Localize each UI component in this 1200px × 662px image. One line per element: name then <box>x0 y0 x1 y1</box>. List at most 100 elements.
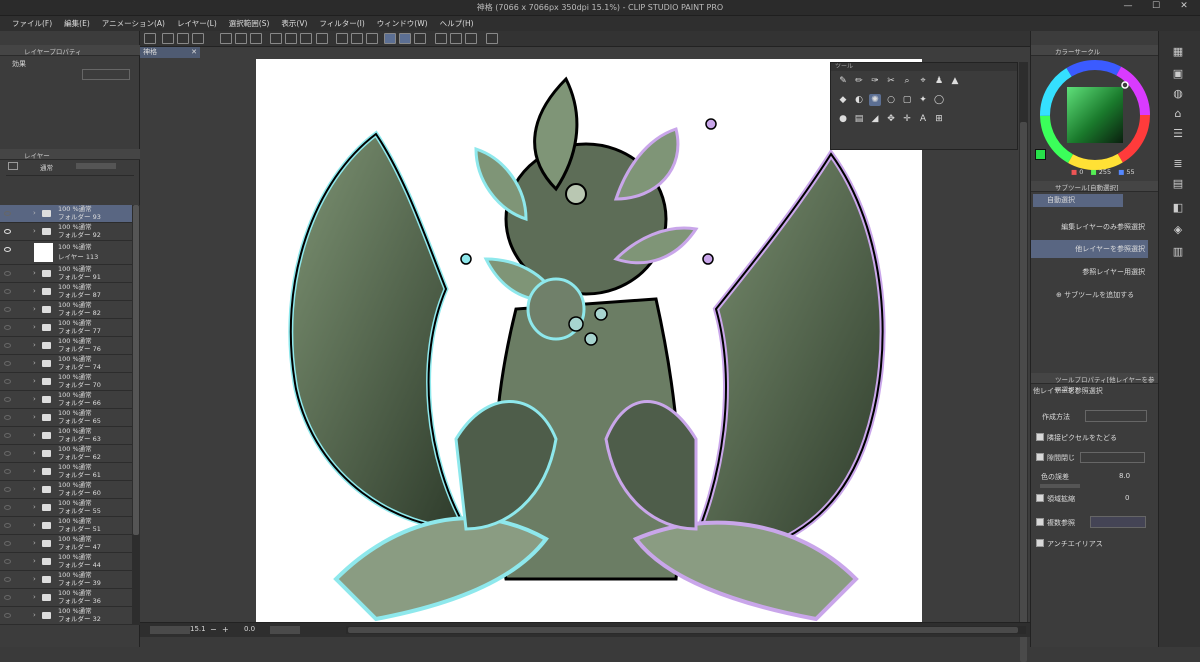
layer-row[interactable]: › 100 %通常 フォルダー 74 <box>0 355 132 373</box>
maximize-button[interactable]: ☐ <box>1148 1 1164 14</box>
expand-arrow-icon[interactable]: › <box>33 305 36 313</box>
eye-icon[interactable] <box>4 379 11 384</box>
menu-layer[interactable]: レイヤー(L) <box>177 18 217 29</box>
layer-row[interactable]: › 100 %通常 フォルダー 36 <box>0 589 132 607</box>
layer-row[interactable]: › 100 %通常 フォルダー 39 <box>0 571 132 589</box>
menu-file[interactable]: ファイル(F) <box>12 18 52 29</box>
multi-reference-buttons[interactable] <box>1090 516 1146 528</box>
info-icon[interactable]: ⌂ <box>1169 107 1187 123</box>
eye-icon[interactable] <box>4 595 11 600</box>
expand-arrow-icon[interactable]: › <box>33 503 36 511</box>
follow-adjacent-checkbox[interactable] <box>1036 433 1044 441</box>
expand-arrow-icon[interactable]: › <box>33 485 36 493</box>
brush-tool-icon[interactable]: ✑ <box>869 75 881 87</box>
antialias-checkbox[interactable] <box>1036 539 1044 547</box>
layer-row[interactable]: › 100 %通常 フォルダー 63 <box>0 427 132 445</box>
airbrush-tool-icon[interactable]: ♟ <box>933 75 945 87</box>
copy-icon[interactable] <box>285 33 297 44</box>
redo-icon[interactable] <box>250 33 262 44</box>
expand-arrow-icon[interactable]: › <box>33 341 36 349</box>
menu-selection[interactable]: 選択範囲(S) <box>229 18 270 29</box>
layer-row[interactable]: › 100 %通常 フォルダー 32 <box>0 607 132 625</box>
layer-row[interactable]: › 100 %通常 フォルダー 66 <box>0 391 132 409</box>
expand-arrow-icon[interactable]: › <box>33 377 36 385</box>
save-icon[interactable] <box>192 33 204 44</box>
settings-icon[interactable] <box>465 33 477 44</box>
navigator-slider[interactable] <box>150 626 190 634</box>
layer-row[interactable]: › 100 %通常 フォルダー 61 <box>0 463 132 481</box>
ruler-tool-icon[interactable]: ◢ <box>869 113 881 125</box>
fill-icon[interactable] <box>316 33 328 44</box>
eye-icon[interactable] <box>4 289 11 294</box>
auto-action-icon[interactable]: ▥ <box>1169 245 1187 261</box>
layer-row[interactable]: › 100 %通常 フォルダー 70 <box>0 373 132 391</box>
quick-access-icon[interactable]: ≣ <box>1169 157 1187 173</box>
expand-arrow-icon[interactable]: › <box>33 269 36 277</box>
rotation-value[interactable]: 0.0 <box>244 625 255 633</box>
invert-selection-icon[interactable] <box>351 33 363 44</box>
expand-arrow-icon[interactable]: › <box>33 227 36 235</box>
multi-reference-checkbox[interactable] <box>1036 518 1044 526</box>
zoom-out-icon[interactable]: − <box>210 625 217 634</box>
expand-arrow-icon[interactable]: › <box>33 539 36 547</box>
layer-scrollbar[interactable] <box>132 205 140 625</box>
zoom-tool-icon[interactable]: ⌕ <box>901 75 913 87</box>
menu-filter[interactable]: フィルター(I) <box>319 18 364 29</box>
layer-row[interactable]: › 100 %通常 フォルダー 55 <box>0 499 132 517</box>
deselect-icon[interactable] <box>336 33 348 44</box>
eye-icon[interactable] <box>4 541 11 546</box>
expand-arrow-icon[interactable]: › <box>33 449 36 457</box>
eye-icon[interactable] <box>4 247 11 252</box>
move-layer-tool-icon[interactable]: ✛ <box>901 113 913 125</box>
eye-icon[interactable] <box>4 577 11 582</box>
layer-row[interactable]: › 100 %通常 フォルダー 92 <box>0 223 132 241</box>
eye-icon[interactable] <box>4 505 11 510</box>
eye-icon[interactable] <box>4 271 11 276</box>
layer-row[interactable]: › 100 %通常 フォルダー 60 <box>0 481 132 499</box>
paste-icon[interactable] <box>300 33 312 44</box>
text-balloon-tool-icon[interactable]: ◯ <box>933 94 945 106</box>
gradient-tool-icon[interactable]: ▤ <box>853 113 865 125</box>
eye-icon[interactable] <box>4 361 11 366</box>
area-scaling-value[interactable]: 0 <box>1125 494 1145 502</box>
snap-grid-icon[interactable] <box>414 33 426 44</box>
clip-studio-icon[interactable] <box>144 33 156 44</box>
layer-row[interactable]: › 100 %通常 フォルダー 62 <box>0 445 132 463</box>
eye-icon[interactable] <box>4 325 11 330</box>
layer-row[interactable]: › 100 %通常 フォルダー 51 <box>0 517 132 535</box>
layer-row[interactable]: › 100 %通常 フォルダー 44 <box>0 553 132 571</box>
color-tolerance-value[interactable]: 8.0 <box>1119 472 1144 480</box>
eye-icon[interactable] <box>4 415 11 420</box>
layer-property-icon[interactable]: ◧ <box>1169 201 1187 217</box>
pen-tool-icon[interactable]: ✎ <box>837 75 849 87</box>
show-selection-icon[interactable] <box>366 33 378 44</box>
history-icon[interactable]: ☰ <box>1169 127 1187 143</box>
eye-icon[interactable] <box>4 487 11 492</box>
eye-icon[interactable] <box>4 343 11 348</box>
fill-tool-icon[interactable]: ▲ <box>949 75 961 87</box>
operation-tool-icon[interactable]: ✦ <box>917 94 929 106</box>
material-icon[interactable]: ◍ <box>1169 87 1187 103</box>
zoom-value[interactable]: 15.1 <box>190 625 206 633</box>
move-tool-icon[interactable]: ✥ <box>885 113 897 125</box>
rotation-slider[interactable] <box>270 626 300 634</box>
eraser-tool-icon[interactable]: ◆ <box>837 94 849 106</box>
eye-icon[interactable] <box>4 211 11 216</box>
menu-animation[interactable]: アニメーション(A) <box>102 18 165 29</box>
expand-arrow-icon[interactable]: › <box>33 521 36 529</box>
eye-icon[interactable] <box>4 451 11 456</box>
pen-pressure-icon[interactable] <box>220 33 232 44</box>
text-tool-icon[interactable]: A <box>917 113 929 125</box>
clip-studio-assets-icon[interactable] <box>450 33 462 44</box>
area-scaling-row[interactable]: 領域拡縮 0 <box>1036 494 1129 504</box>
navigator-icon[interactable]: ▦ <box>1169 45 1187 61</box>
layer-row[interactable]: › 100 %通常 フォルダー 87 <box>0 283 132 301</box>
minimize-button[interactable]: — <box>1120 1 1136 14</box>
follow-adjacent-row[interactable]: 隣接ピクセルをたどる <box>1036 433 1117 443</box>
layer-row[interactable]: 100 %通常 レイヤー 113 <box>0 241 132 265</box>
menu-edit[interactable]: 編集(E) <box>64 18 90 29</box>
expand-arrow-icon[interactable]: › <box>33 395 36 403</box>
eye-icon[interactable] <box>4 433 11 438</box>
snap-special-ruler-icon[interactable] <box>399 33 411 44</box>
opacity-slider[interactable] <box>76 163 116 169</box>
